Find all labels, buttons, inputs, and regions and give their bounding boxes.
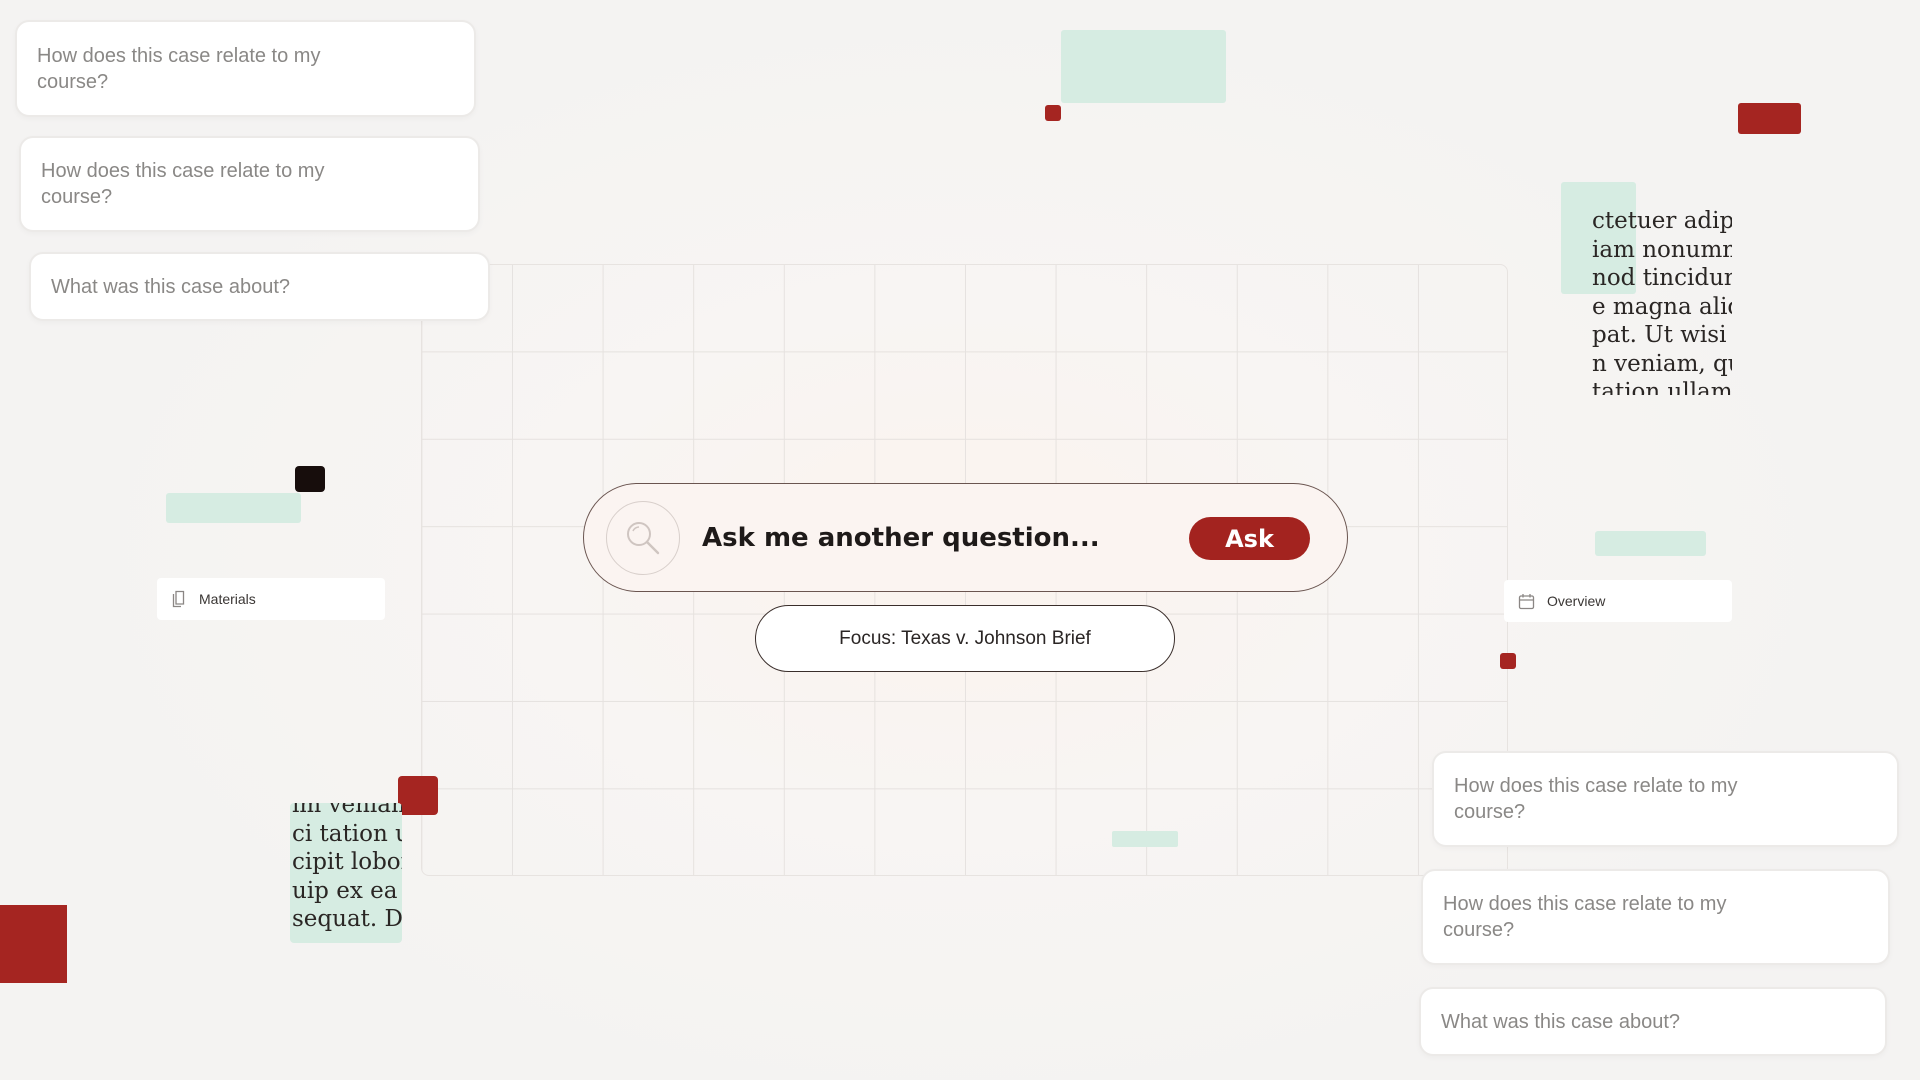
mint-block-top bbox=[1061, 30, 1226, 103]
red-dot-right bbox=[1500, 653, 1516, 669]
materials-label: Materials bbox=[199, 591, 256, 607]
red-block-left-mid bbox=[398, 776, 438, 815]
mint-block-bottom-center bbox=[1112, 831, 1178, 847]
question-text: What was this case about? bbox=[1441, 1010, 1681, 1033]
question-text: How does this case relate to my course? bbox=[1454, 775, 1738, 823]
overview-tag[interactable]: Overview bbox=[1504, 580, 1732, 622]
document-icon bbox=[171, 590, 187, 608]
suggested-question-right-1[interactable]: How does this case relate to my course? bbox=[1432, 751, 1899, 847]
question-text: How does this case relate to my course? bbox=[1443, 893, 1727, 941]
search-icon bbox=[606, 501, 680, 575]
black-square bbox=[295, 466, 325, 492]
suggested-question-left-1[interactable]: How does this case relate to my course? bbox=[15, 20, 476, 117]
mint-block-left bbox=[166, 493, 301, 523]
ask-question-bar: Ask bbox=[583, 483, 1348, 592]
focus-selector[interactable]: Focus: Texas v. Johnson Brief bbox=[755, 605, 1175, 672]
question-text: What was this case about? bbox=[51, 275, 291, 298]
red-dot-top bbox=[1045, 105, 1061, 121]
suggested-question-right-3[interactable]: What was this case about? bbox=[1419, 987, 1887, 1056]
text-snippet-top-right: ctetuer adip iam nonumm nod tincidunt e … bbox=[1592, 208, 1732, 395]
suggested-question-left-3[interactable]: What was this case about? bbox=[29, 252, 490, 321]
text-snippet-bottom-left: im veniam, ci tation ull cipit lobortis … bbox=[290, 803, 402, 943]
calendar-icon bbox=[1518, 593, 1535, 610]
red-block-top-right bbox=[1738, 103, 1801, 134]
question-text: How does this case relate to my course? bbox=[41, 160, 325, 208]
suggested-question-left-2[interactable]: How does this case relate to my course? bbox=[19, 136, 480, 232]
ask-button[interactable]: Ask bbox=[1189, 517, 1310, 560]
question-text: How does this case relate to my course? bbox=[37, 44, 321, 93]
question-input[interactable] bbox=[702, 512, 1162, 564]
materials-tag[interactable]: Materials bbox=[157, 578, 385, 620]
mint-block-right-mid bbox=[1595, 531, 1706, 556]
suggested-question-right-2[interactable]: How does this case relate to my course? bbox=[1421, 869, 1890, 965]
red-block-bottom-left bbox=[0, 905, 67, 983]
overview-label: Overview bbox=[1547, 593, 1606, 609]
focus-label: Focus: Texas v. Johnson Brief bbox=[839, 627, 1091, 649]
